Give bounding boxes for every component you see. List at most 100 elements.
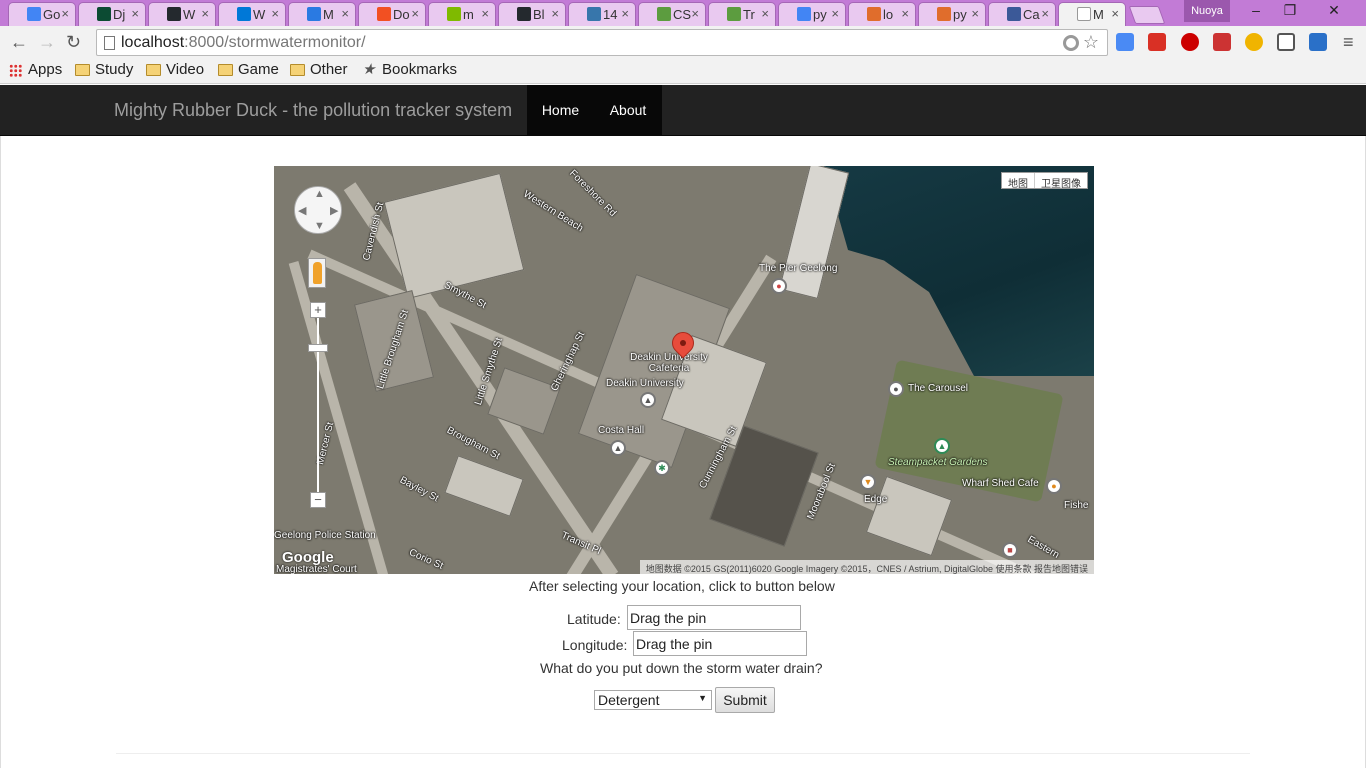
browser-tab[interactable]: py × — [918, 2, 986, 26]
browser-tab[interactable]: m × — [428, 2, 496, 26]
bookmark-star-icon[interactable]: ☆ — [1083, 32, 1099, 53]
bookmark-apps[interactable]: Apps — [8, 61, 62, 78]
browser-tab[interactable]: M × — [1058, 2, 1126, 26]
tab-close-icon[interactable]: × — [481, 6, 489, 21]
tab-close-icon[interactable]: × — [61, 6, 69, 21]
back-icon[interactable]: ← — [10, 32, 28, 53]
tab-close-icon[interactable]: × — [621, 6, 629, 21]
tab-close-icon[interactable]: × — [271, 6, 279, 21]
extension-icon[interactable] — [1309, 33, 1327, 51]
cast-icon[interactable] — [1277, 33, 1295, 51]
tab-close-icon[interactable]: × — [831, 6, 839, 21]
school-icon[interactable]: ▲ — [640, 392, 656, 408]
browser-tab[interactable]: py × — [778, 2, 846, 26]
maximize-button[interactable]: ❐ — [1272, 2, 1308, 22]
reload-icon[interactable]: ↻ — [66, 32, 81, 53]
browser-tab[interactable]: M × — [288, 2, 356, 26]
tab-favicon-icon — [447, 7, 461, 21]
map-type-satellite-button[interactable]: 卫星图像 — [1035, 173, 1087, 190]
latitude-field[interactable] — [627, 605, 801, 630]
new-tab-button[interactable] — [1128, 6, 1166, 24]
map-attribution[interactable]: 地图数据 ©2015 GS(2011)6020 Google Imagery ©… — [639, 560, 1094, 574]
browser-tab[interactable]: 14 × — [568, 2, 636, 26]
tab-label: lo — [883, 7, 894, 22]
tab-close-icon[interactable]: × — [971, 6, 979, 21]
tab-close-icon[interactable]: × — [131, 6, 139, 21]
browser-tab[interactable]: Go × — [8, 2, 76, 26]
bookmark-study[interactable]: Study — [75, 61, 133, 78]
bookmark-bookmarks[interactable]: ★ Bookmarks — [362, 61, 457, 78]
tab-close-icon[interactable]: × — [201, 6, 209, 21]
minimize-button[interactable]: ‒ — [1238, 2, 1274, 22]
map-type-map-button[interactable]: 地图 — [1002, 173, 1035, 190]
tab-label: py — [953, 7, 967, 22]
nav-about-link[interactable]: About — [594, 85, 662, 136]
tab-favicon-icon — [657, 7, 671, 21]
site-brand[interactable]: Mighty Rubber Duck - the pollution track… — [114, 100, 512, 121]
tab-close-icon[interactable]: × — [411, 6, 419, 21]
tab-label: Go — [43, 7, 61, 22]
bookmark-extension-icon[interactable] — [1213, 33, 1231, 51]
browser-tab[interactable]: W × — [218, 2, 286, 26]
park-icon[interactable]: ▲ — [934, 438, 950, 454]
zoom-out-button[interactable]: − — [310, 492, 326, 508]
url-text[interactable]: localhost:8000/stormwatermonitor/ — [121, 34, 366, 52]
browser-tab[interactable]: Bl × — [498, 2, 566, 26]
browser-tab[interactable]: Dj × — [78, 2, 146, 26]
pan-control[interactable]: ▲ ▼ ◀ ▶ — [294, 186, 342, 234]
attraction-icon[interactable]: ● — [888, 381, 904, 397]
bookmark-other[interactable]: Other — [290, 61, 348, 78]
close-window-button[interactable]: ✕ — [1316, 2, 1352, 22]
zoom-in-button[interactable]: + — [310, 302, 326, 318]
zoom-control: + − — [308, 302, 328, 508]
folder-icon — [290, 64, 305, 76]
browser-tab[interactable]: CS × — [638, 2, 706, 26]
tab-close-icon[interactable]: × — [761, 6, 769, 21]
medical-icon[interactable]: ✱ — [654, 460, 670, 476]
map-pier — [778, 166, 850, 299]
hotel-icon[interactable]: ■ — [1002, 542, 1018, 558]
tab-label: py — [813, 7, 827, 22]
tab-close-icon[interactable]: × — [1111, 6, 1119, 21]
google-logo: Google — [282, 549, 334, 566]
address-bar[interactable]: localhost:8000/stormwatermonitor/ ☆ — [96, 29, 1108, 56]
forward-icon[interactable]: → — [38, 32, 56, 53]
bookmark-video[interactable]: Video — [146, 61, 204, 78]
browser-tab[interactable]: Tr × — [708, 2, 776, 26]
tab-close-icon[interactable]: × — [551, 6, 559, 21]
translate-extension-icon[interactable] — [1116, 33, 1134, 51]
browser-tab[interactable]: W × — [148, 2, 216, 26]
school-icon[interactable]: ▲ — [610, 440, 626, 456]
tab-close-icon[interactable]: × — [691, 6, 699, 21]
chrome-extension-icon[interactable] — [1245, 33, 1263, 51]
tab-close-icon[interactable]: × — [901, 6, 909, 21]
nav-home-link[interactable]: Home — [527, 85, 594, 136]
pan-right-icon[interactable]: ▶ — [330, 204, 338, 217]
location-icon[interactable] — [1063, 35, 1079, 51]
zoom-slider-thumb[interactable] — [308, 344, 328, 352]
browser-tab[interactable]: lo × — [848, 2, 916, 26]
profile-badge[interactable]: Nuoya — [1184, 0, 1230, 22]
menu-icon[interactable]: ≡ — [1343, 32, 1354, 53]
pan-up-icon[interactable]: ▲ — [314, 188, 325, 200]
pollutant-select[interactable]: Detergent ▼ — [594, 690, 712, 710]
browser-tab[interactable]: Do × — [358, 2, 426, 26]
tab-favicon-icon — [167, 7, 181, 21]
map-street-label: Bayley St — [397, 474, 441, 505]
gmail-extension-icon[interactable] — [1148, 33, 1166, 51]
submit-button[interactable]: Submit — [715, 687, 775, 713]
tab-close-icon[interactable]: × — [341, 6, 349, 21]
bar-icon[interactable]: ▼ — [860, 474, 876, 490]
browser-tab[interactable]: Ca × — [988, 2, 1056, 26]
cafe-icon[interactable]: ● — [1046, 478, 1062, 494]
pan-down-icon[interactable]: ▼ — [314, 220, 325, 232]
map-street-label: Eastern — [1025, 534, 1061, 561]
restaurant-icon[interactable]: ● — [771, 278, 787, 294]
bookmark-game[interactable]: Game — [218, 61, 279, 78]
street-view-pegman-icon[interactable] — [308, 258, 326, 288]
pan-left-icon[interactable]: ◀ — [298, 204, 306, 217]
google-map[interactable]: Western Beach Foreshore Rd Cavendish St … — [274, 166, 1094, 574]
longitude-field[interactable] — [633, 631, 807, 656]
adblock-extension-icon[interactable] — [1181, 33, 1199, 51]
tab-close-icon[interactable]: × — [1041, 6, 1049, 21]
